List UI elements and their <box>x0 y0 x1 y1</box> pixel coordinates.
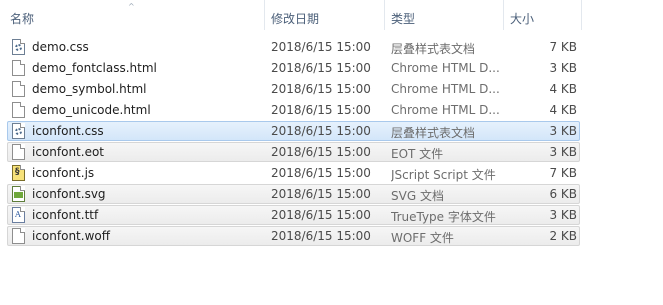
file-type: Chrome HTML D... <box>391 82 500 96</box>
file-row[interactable]: demo.css 2018/6/15 15:00 层叠样式表文档 7 KB <box>7 37 580 57</box>
file-size: 3 KB <box>549 208 577 222</box>
html-file-icon <box>12 60 25 76</box>
file-type: TrueType 字体文件 <box>391 210 496 224</box>
file-modified-date: 2018/6/15 15:00 <box>271 208 371 222</box>
file-name: demo_fontclass.html <box>32 61 157 75</box>
file-row[interactable]: iconfont.css 2018/6/15 15:00 层叠样式表文档 3 KB <box>7 121 580 141</box>
file-icon <box>12 144 25 160</box>
column-header-date[interactable]: 修改日期 <box>265 0 385 30</box>
column-header-size[interactable]: 大小 <box>504 0 582 30</box>
file-type: SVG 文档 <box>391 189 444 203</box>
file-row[interactable]: iconfont.svg 2018/6/15 15:00 SVG 文档 6 KB <box>7 184 580 204</box>
file-size: 3 KB <box>549 145 577 159</box>
css-file-icon <box>12 123 25 139</box>
css-file-icon <box>12 39 25 55</box>
file-modified-date: 2018/6/15 15:00 <box>271 61 371 75</box>
file-name: iconfont.eot <box>32 145 104 159</box>
file-name: iconfont.css <box>32 124 104 138</box>
file-type: 层叠样式表文档 <box>391 126 476 140</box>
js-file-icon: § <box>12 165 25 181</box>
column-header-name[interactable]: 名称 ^ <box>0 0 265 30</box>
column-header-type-label: 类型 <box>391 12 416 26</box>
file-size: 4 KB <box>549 103 577 117</box>
column-header-bar: 名称 ^ 修改日期 类型 大小 <box>0 0 663 30</box>
file-size: 7 KB <box>549 40 577 54</box>
file-modified-date: 2018/6/15 15:00 <box>271 124 371 138</box>
file-modified-date: 2018/6/15 15:00 <box>271 103 371 117</box>
html-file-icon <box>12 81 25 97</box>
file-size: 3 KB <box>549 124 577 138</box>
file-size: 7 KB <box>549 166 577 180</box>
svg-file-icon <box>12 186 25 202</box>
file-modified-date: 2018/6/15 15:00 <box>271 40 371 54</box>
file-name: iconfont.woff <box>32 229 110 243</box>
file-row[interactable]: iconfont.eot 2018/6/15 15:00 EOT 文件 3 KB <box>7 142 580 162</box>
file-type: 层叠样式表文档 <box>391 42 476 56</box>
file-name: demo.css <box>32 40 89 54</box>
file-name: iconfont.js <box>32 166 95 180</box>
file-size: 6 KB <box>549 187 577 201</box>
file-size: 4 KB <box>549 82 577 96</box>
column-header-type[interactable]: 类型 <box>385 0 504 30</box>
file-modified-date: 2018/6/15 15:00 <box>271 166 371 180</box>
file-row[interactable]: § iconfont.js 2018/6/15 15:00 JScript Scrip… <box>7 163 580 183</box>
file-size: 3 KB <box>549 61 577 75</box>
sort-ascending-icon: ^ <box>128 2 135 11</box>
file-name: demo_symbol.html <box>32 82 147 96</box>
file-icon <box>12 228 25 244</box>
file-modified-date: 2018/6/15 15:00 <box>271 82 371 96</box>
file-size: 2 KB <box>549 229 577 243</box>
file-type: EOT 文件 <box>391 147 444 161</box>
file-row[interactable]: demo_fontclass.html 2018/6/15 15:00 Chrome… <box>7 58 580 78</box>
file-name: iconfont.svg <box>32 187 106 201</box>
file-modified-date: 2018/6/15 15:00 <box>271 187 371 201</box>
file-row[interactable]: iconfont.woff 2018/6/15 15:00 WOFF 文件 2 KB <box>7 226 580 246</box>
file-name: iconfont.ttf <box>32 208 99 222</box>
file-type: WOFF 文件 <box>391 231 454 245</box>
column-header-size-label: 大小 <box>510 12 535 26</box>
file-type: Chrome HTML D... <box>391 103 500 117</box>
file-modified-date: 2018/6/15 15:00 <box>271 145 371 159</box>
column-header-name-label: 名称 <box>10 12 35 26</box>
html-file-icon <box>12 102 25 118</box>
file-row[interactable]: Aiconfont.ttf 2018/6/15 15:00 TrueType 字体文… <box>7 205 580 225</box>
file-modified-date: 2018/6/15 15:00 <box>271 229 371 243</box>
file-type: Chrome HTML D... <box>391 61 500 75</box>
file-name: demo_unicode.html <box>32 103 151 117</box>
font-file-icon: A <box>12 207 25 223</box>
file-type: JScript Script 文件 <box>391 168 496 182</box>
file-row[interactable]: demo_symbol.html 2018/6/15 15:00 Chrome HT… <box>7 79 580 99</box>
file-row[interactable]: demo_unicode.html 2018/6/15 15:00 Chrome H… <box>7 100 580 120</box>
column-header-date-label: 修改日期 <box>271 12 320 26</box>
